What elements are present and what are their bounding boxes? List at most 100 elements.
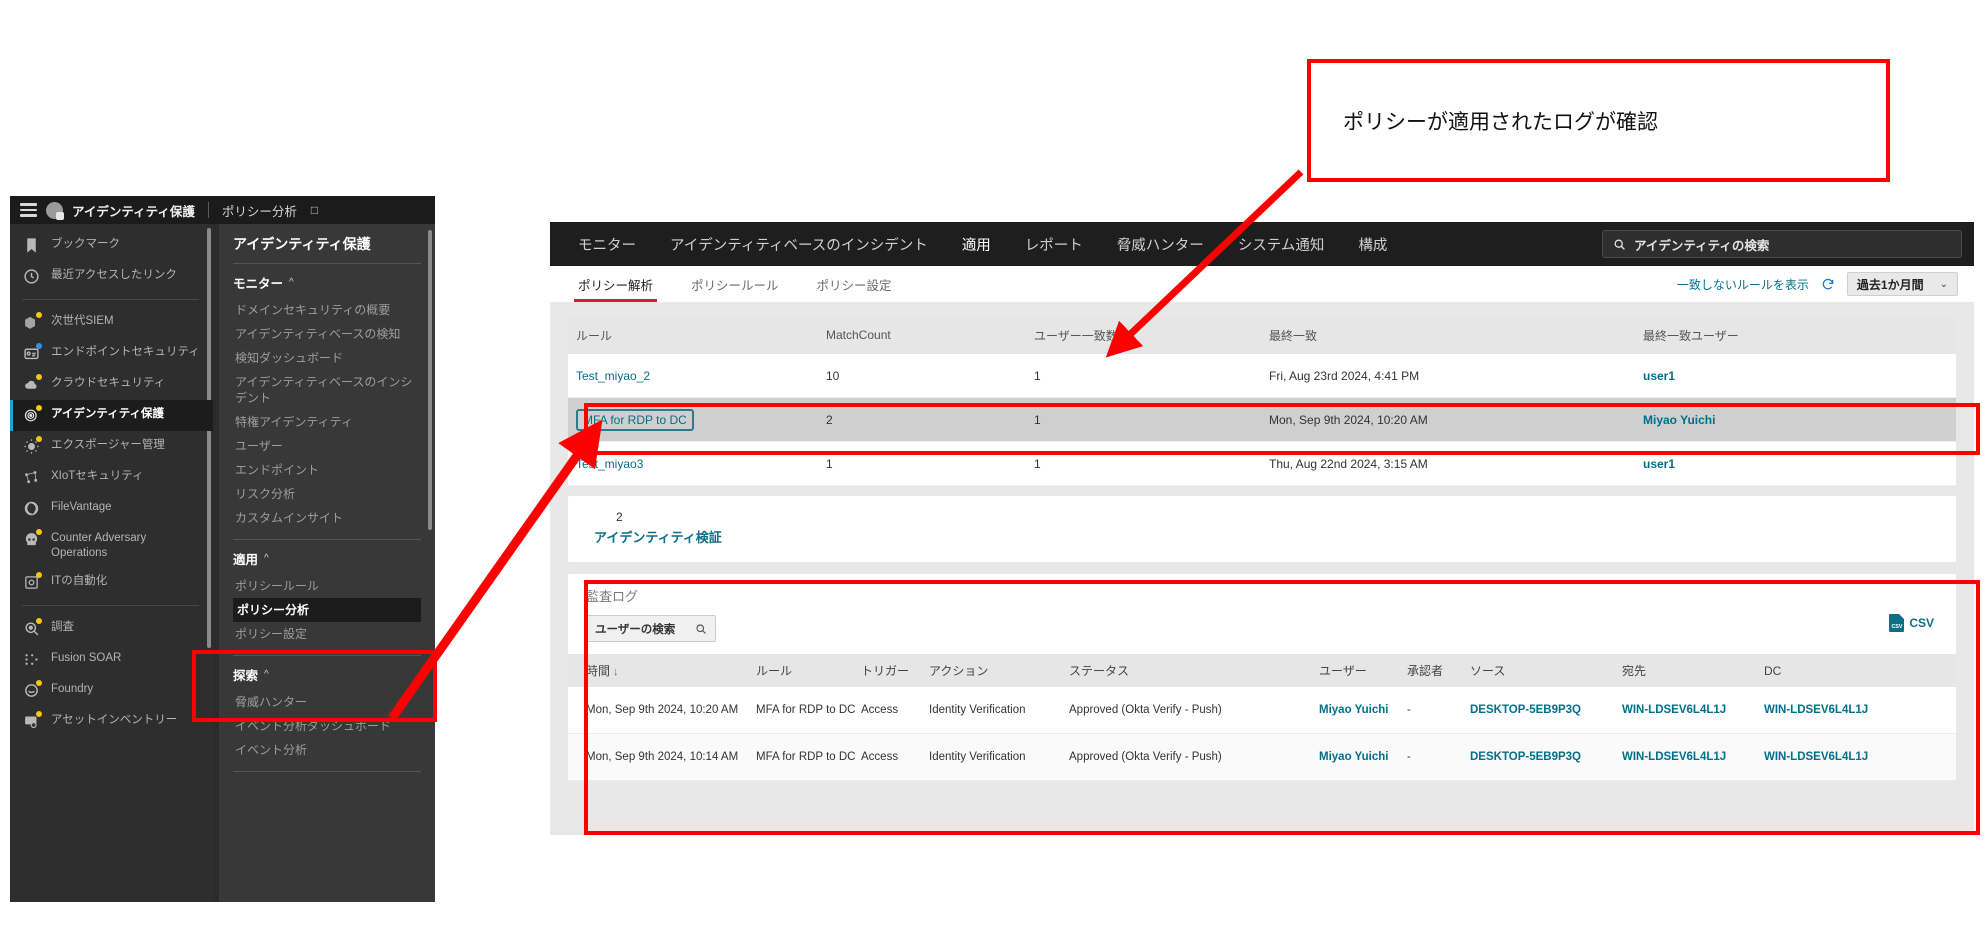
sidebar-item-identity-protection[interactable]: アイデンティティ保護 xyxy=(10,400,213,431)
subtab-policy-analysis[interactable]: ポリシー解析 xyxy=(573,266,658,302)
sidebar-item-label: XIoTセキュリティ xyxy=(51,470,144,482)
tab-configuration[interactable]: 構成 xyxy=(1358,222,1387,267)
show-unmatched-rules-link[interactable]: 一致しないルールを表示 xyxy=(1677,276,1809,293)
nav-separator xyxy=(22,299,199,300)
panel-link-privileged-identity[interactable]: 特権アイデンティティ xyxy=(233,410,421,434)
panel-link-users[interactable]: ユーザー xyxy=(233,434,421,458)
sidebar-item-bookmarks[interactable]: ブックマーク xyxy=(10,230,213,261)
refresh-icon[interactable] xyxy=(1821,277,1835,291)
identity-verification-label[interactable]: アイデンティティ検証 xyxy=(594,527,1930,546)
sidebar-item-label: エンドポイントセキュリティ xyxy=(51,346,200,358)
sidebar-item-cloud-security[interactable]: クラウドセキュリティ xyxy=(10,369,213,400)
identity-verification-count: 2 xyxy=(616,510,623,524)
panel-group-label: モニター xyxy=(233,277,284,291)
subtab-policy-rules[interactable]: ポリシールール xyxy=(691,266,779,302)
panel-link-identity-based-incidents[interactable]: アイデンティティベースのインシデント xyxy=(233,370,421,410)
search-placeholder: アイデンティティの検索 xyxy=(1634,238,1770,253)
sidebar-breadcrumb: ポリシー分析 xyxy=(221,204,297,219)
table-row[interactable]: Test_miyao_2 10 1 Fri, Aug 23rd 2024, 4:… xyxy=(568,354,1956,398)
panel-link-policy-settings[interactable]: ポリシー設定 xyxy=(233,622,421,646)
chevron-up-icon: ^ xyxy=(289,277,294,288)
tab-monitor[interactable]: モニター xyxy=(578,222,636,267)
sidebar-item-label: クラウドセキュリティ xyxy=(51,377,166,389)
chevron-down-icon: ⌄ xyxy=(1939,278,1948,290)
skull-icon xyxy=(22,529,42,549)
cell-user-matches: 1 xyxy=(1034,456,1041,471)
sidebar-topbar: アイデンティティ保護 ポリシー分析 □ xyxy=(10,196,435,224)
identity-search-input[interactable]: アイデンティティの検索 xyxy=(1602,230,1962,258)
sidebar-item-exposure-management[interactable]: エクスポージャー管理 xyxy=(10,431,213,462)
monitor-search-icon xyxy=(22,711,42,731)
sidebar-item-label: Foundry xyxy=(51,683,94,695)
sun-burst-icon xyxy=(22,436,42,456)
tab-identity-based-incidents[interactable]: アイデンティティベースのインシデント xyxy=(670,222,928,267)
panel-link-domain-security-overview[interactable]: ドメインセキュリティの概要 xyxy=(233,298,421,322)
panel-link-detection-dashboard[interactable]: 検知ダッシュボード xyxy=(233,346,421,370)
notification-badge xyxy=(36,312,42,318)
sidebar-item-foundry[interactable]: Foundry xyxy=(10,675,213,706)
last-user-link[interactable]: user1 xyxy=(1643,369,1675,383)
console-top-nav: モニター アイデンティティベースのインシデント 適用 レポート 脅威ハンター シ… xyxy=(550,222,1974,269)
notification-badge xyxy=(36,680,42,686)
panel-link-endpoints[interactable]: エンドポイント xyxy=(233,458,421,482)
sidebar-item-counter-adversary-operations[interactable]: Counter Adversary Operations xyxy=(10,524,213,567)
tab-enforcement[interactable]: 適用 xyxy=(961,222,991,269)
panel-link-policy-analysis[interactable]: ポリシー分析 xyxy=(233,598,421,622)
hamburger-icon[interactable] xyxy=(20,203,37,217)
rule-link[interactable]: Test_miyao_2 xyxy=(576,369,650,383)
foundry-icon xyxy=(22,680,42,700)
sidebar-item-endpoint-security[interactable]: エンドポイントセキュリティ xyxy=(10,338,213,369)
tab-threat-hunter[interactable]: 脅威ハンター xyxy=(1117,222,1204,267)
panel-link-event-analysis[interactable]: イベント分析 xyxy=(233,738,421,762)
sidebar-item-label: ITの自動化 xyxy=(51,575,108,587)
panel-link-policy-rules[interactable]: ポリシールール xyxy=(233,574,421,598)
date-range-select[interactable]: 過去1か月間 ⌄ xyxy=(1846,272,1958,296)
date-range-value: 過去1か月間 xyxy=(1856,277,1924,292)
clock-icon xyxy=(22,267,41,286)
sidebar-item-label: 次世代SIEM xyxy=(51,315,114,327)
notification-badge xyxy=(36,374,42,380)
shutter-icon xyxy=(22,499,41,518)
search-icon xyxy=(1613,238,1626,251)
cell-matchcount: 10 xyxy=(826,368,840,383)
notification-badge xyxy=(36,343,42,349)
panel-link-risk-analysis[interactable]: リスク分析 xyxy=(233,482,421,506)
pin-icon[interactable]: □ xyxy=(311,203,318,217)
sidebar-item-it-automation[interactable]: ITの自動化 xyxy=(10,567,213,598)
panel-link-identity-based-detections[interactable]: アイデンティティベースの検知 xyxy=(233,322,421,346)
tab-system-notifications[interactable]: システム通知 xyxy=(1238,222,1325,267)
panel-group-monitor[interactable]: モニター ^ xyxy=(233,273,421,292)
sidebar-item-label: 最近アクセスしたリンク xyxy=(51,269,177,281)
tab-reports[interactable]: レポート xyxy=(1025,222,1083,267)
sidebar-window: アイデンティティ保護 ポリシー分析 □ ブックマーク 最近アクセスしたリンク 次… xyxy=(10,196,435,902)
magnifier-target-icon xyxy=(22,618,42,638)
column-header-matchcount: MatchCount xyxy=(826,328,891,342)
annotation-callout-text: ポリシーが適用されたログが確認 xyxy=(1343,110,1658,134)
rule-link[interactable]: Test_miyao3 xyxy=(576,457,643,471)
rules-table: ルール MatchCount ユーザー一致数 最終一致 最終一致ユーザー Tes… xyxy=(568,316,1956,486)
sidebar-item-investigate[interactable]: 調査 xyxy=(10,613,213,644)
sidebar-item-asset-inventory[interactable]: アセットインベントリー xyxy=(10,706,213,737)
sidebar-item-filevantage[interactable]: FileVantage xyxy=(10,493,213,524)
notification-badge xyxy=(36,618,42,624)
sidebar-item-xiot-security[interactable]: XIoTセキュリティ xyxy=(10,462,213,493)
last-user-link[interactable]: user1 xyxy=(1643,457,1675,471)
sidebar-item-fusion-soar[interactable]: Fusion SOAR xyxy=(10,644,213,675)
panel-scrollbar[interactable] xyxy=(428,230,432,530)
notification-badge xyxy=(36,572,42,578)
identity-verification-card[interactable]: 2 アイデンティティ検証 xyxy=(568,496,1956,562)
annotation-box-audit-log xyxy=(584,580,1980,835)
sidebar-nav-column: ブックマーク 最近アクセスしたリンク 次世代SIEM エンドポイントセキュリティ… xyxy=(10,224,213,902)
notification-badge xyxy=(36,529,42,535)
panel-group-enforcement[interactable]: 適用 ^ xyxy=(233,549,421,568)
sidebar-body: ブックマーク 最近アクセスしたリンク 次世代SIEM エンドポイントセキュリティ… xyxy=(10,224,435,902)
panel-link-custom-insights[interactable]: カスタムインサイト xyxy=(233,506,421,530)
sidebar-item-next-gen-siem[interactable]: 次世代SIEM xyxy=(10,307,213,338)
subtab-policy-settings[interactable]: ポリシー設定 xyxy=(817,266,892,302)
sidebar-item-label: ブックマーク xyxy=(51,238,120,250)
column-header-last-user: 最終一致ユーザー xyxy=(1643,328,1739,343)
sidebar-item-recent-links[interactable]: 最近アクセスしたリンク xyxy=(10,261,213,292)
cell-matchcount: 1 xyxy=(826,456,833,471)
sidebar-item-label: エクスポージャー管理 xyxy=(51,439,165,451)
notification-badge xyxy=(36,711,42,717)
